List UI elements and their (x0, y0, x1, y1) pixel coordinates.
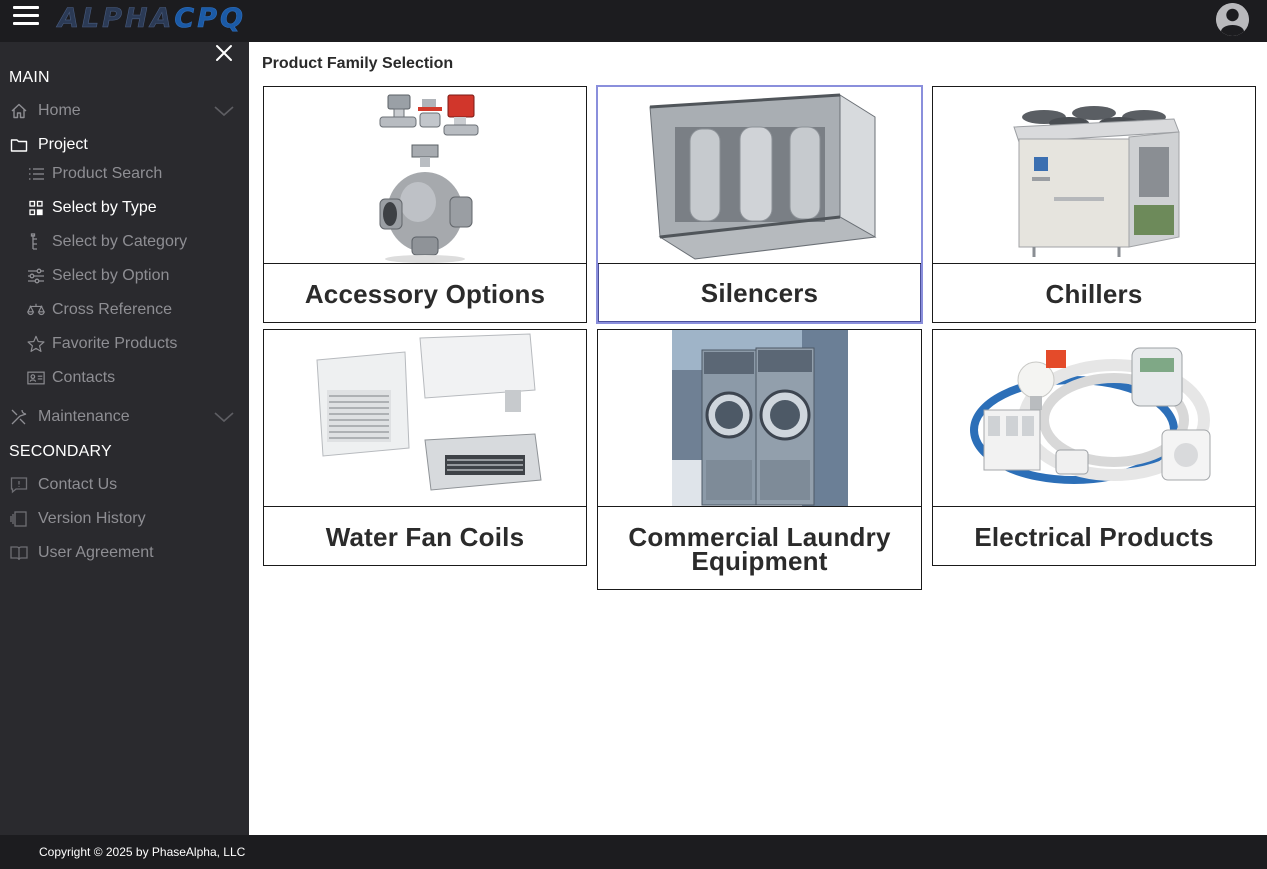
product-card-commercial-laundry-equipment[interactable]: Commercial Laundry Equipment (597, 329, 922, 590)
sidebar-item-home[interactable]: Home (9, 99, 81, 123)
sidebar-item-contact-us[interactable]: Contact Us (9, 473, 117, 497)
user-circle-icon[interactable] (1216, 3, 1249, 36)
card-label-line-2: Equipment (691, 546, 828, 576)
sidebar-item-product-search[interactable]: Product Search (27, 162, 162, 186)
main-content: Product Family Selection Accessory Optio… (249, 42, 1267, 835)
sidebar-item-user-agreement[interactable]: User Agreement (9, 541, 154, 565)
sidebar-item-select-by-type[interactable]: Select by Type (27, 196, 157, 220)
star-icon (27, 335, 45, 353)
card-label: Water Fan Coils (325, 522, 525, 552)
sidebar-item-maintenance[interactable]: Maintenance (9, 405, 130, 429)
sidebar-item-cross-reference[interactable]: Cross Reference (27, 298, 172, 322)
chevron-down-icon[interactable] (213, 410, 235, 424)
sidebar-item-label: Select by Option (52, 267, 170, 284)
sidebar-item-label: Select by Category (52, 233, 188, 250)
laundry-image (598, 330, 921, 507)
section-label-main: MAIN (9, 69, 50, 86)
logo-alpha-text: ALPHA (58, 2, 175, 34)
message-icon (9, 475, 29, 495)
product-card-electrical-products[interactable]: Electrical Products (932, 329, 1256, 566)
sidebar-item-label: Version History (38, 510, 146, 527)
chevron-down-icon[interactable] (213, 104, 235, 118)
sidebar-item-select-by-category[interactable]: Select by Category (27, 230, 187, 254)
home-icon (9, 101, 29, 121)
close-icon[interactable] (214, 43, 234, 63)
list-icon (27, 165, 45, 183)
grid-icon (27, 199, 45, 217)
product-card-silencers[interactable]: Silencers (596, 85, 923, 324)
book-icon (9, 543, 29, 563)
scale-icon (27, 301, 45, 319)
electrical-image (933, 330, 1255, 507)
section-label-secondary: SECONDARY (9, 443, 112, 460)
tools-icon (9, 407, 29, 427)
card-label: Commercial Laundry Equipment (598, 508, 921, 576)
product-card-accessory-options[interactable]: Accessory Options (263, 86, 587, 323)
sidebar-item-project[interactable]: Project (9, 133, 88, 157)
app-root: ALPHA CPQ MAIN Home Project Product Sear… (0, 0, 1267, 869)
copyright-text: Copyright © 2025 by PhaseAlpha, LLC (39, 845, 246, 859)
sidebar-item-select-by-option[interactable]: Select by Option (27, 264, 169, 288)
card-label: Accessory Options (304, 279, 546, 309)
sidebar-item-version-history[interactable]: Version History (9, 507, 146, 531)
tree-icon (27, 233, 45, 251)
history-icon (9, 509, 29, 529)
sidebar-item-label: User Agreement (38, 544, 154, 561)
hamburger-icon[interactable] (13, 6, 39, 30)
card-label: Silencers (700, 278, 819, 308)
sidebar-item-label: Maintenance (38, 408, 130, 425)
valve-image (264, 87, 586, 264)
card-label: Electrical Products (974, 522, 1214, 552)
sidebar-item-label: Select by Type (52, 199, 157, 216)
product-card-water-fan-coils[interactable]: Water Fan Coils (263, 329, 587, 566)
sidebar-item-label: Contact Us (38, 476, 118, 493)
folder-icon (9, 135, 29, 155)
sidebar-item-label: Product Search (52, 165, 163, 182)
sidebar: MAIN Home Project Product Search Select … (0, 42, 249, 835)
app-logo[interactable]: ALPHA CPQ (58, 2, 246, 34)
contact-card-icon (27, 369, 45, 387)
chiller-image (933, 87, 1255, 264)
card-label: Chillers (1045, 279, 1143, 309)
sidebar-item-contacts[interactable]: Contacts (27, 366, 115, 390)
sidebar-item-label: Favorite Products (52, 335, 178, 352)
fan-coil-image (264, 330, 586, 507)
footer: Copyright © 2025 by PhaseAlpha, LLC (0, 835, 1267, 869)
sidebar-item-label: Project (38, 136, 88, 153)
page-title: Product Family Selection (262, 55, 454, 72)
top-bar: ALPHA CPQ (0, 0, 1267, 42)
sidebar-item-label: Contacts (52, 369, 116, 386)
logo-cpq-text: CPQ (174, 2, 246, 34)
product-card-chillers[interactable]: Chillers (932, 86, 1256, 323)
sliders-icon (27, 267, 45, 285)
sidebar-item-label: Cross Reference (52, 301, 173, 318)
sidebar-item-favorite-products[interactable]: Favorite Products (27, 332, 177, 356)
silencer-image (598, 87, 921, 264)
sidebar-item-label: Home (38, 102, 81, 119)
